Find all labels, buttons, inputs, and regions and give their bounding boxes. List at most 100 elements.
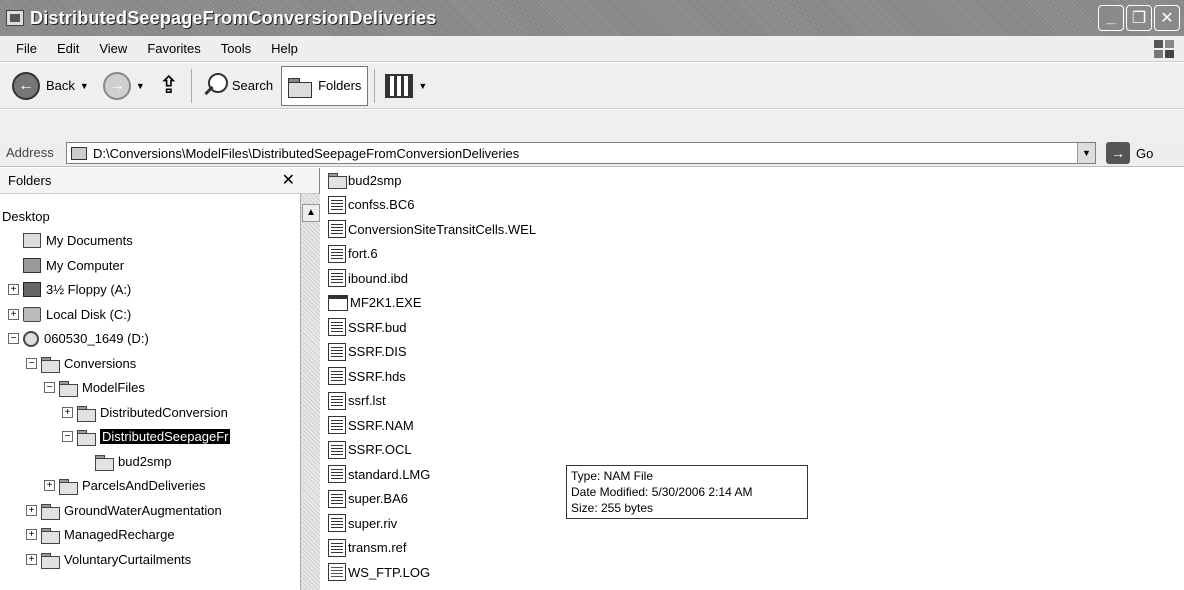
file-item[interactable]: SSRF.DIS	[322, 340, 1184, 365]
folder-window-icon	[6, 10, 24, 26]
tree-item[interactable]: + GroundWaterAugmentation	[0, 498, 300, 523]
my-documents-icon	[23, 233, 41, 249]
address-input[interactable]: D:\Conversions\ModelFiles\DistributedSee…	[66, 142, 1096, 164]
tree-item[interactable]: Desktop	[0, 204, 300, 229]
minimize-button[interactable]: _	[1098, 5, 1124, 31]
file-item[interactable]: SSRF.hds	[322, 364, 1184, 389]
file-icon	[328, 269, 346, 288]
tree-item-label: My Documents	[46, 233, 133, 249]
file-icon	[328, 318, 346, 337]
menu-edit[interactable]: Edit	[47, 41, 89, 56]
file-item[interactable]: fort.6	[322, 242, 1184, 267]
folders-label: Folders	[318, 78, 362, 93]
file-icon	[328, 244, 346, 263]
expand-icon[interactable]: +	[8, 284, 19, 296]
menu-help[interactable]: Help	[261, 41, 308, 56]
menu-favorites[interactable]: Favorites	[137, 41, 210, 56]
tree-item[interactable]: − ModelFiles	[0, 376, 300, 401]
back-label: Back	[46, 78, 75, 93]
standard-toolbar: ← Back ▼ → ▼ ⇪ Search Folders ▼	[0, 63, 1184, 109]
window-title: DistributedSeepageFromConversionDeliveri…	[30, 7, 437, 28]
folders-scrollbar[interactable]: ▲	[300, 194, 320, 590]
file-name: bud2smp	[348, 172, 402, 188]
address-path[interactable]: D:\Conversions\ModelFiles\DistributedSee…	[93, 146, 519, 161]
file-item[interactable]: transm.ref	[322, 536, 1184, 561]
file-item[interactable]: ibound.ibd	[322, 266, 1184, 291]
file-icon	[328, 538, 346, 557]
file-item[interactable]: confss.BC6	[322, 193, 1184, 218]
toolbar-separator	[190, 68, 192, 103]
tree-item[interactable]: My Documents	[0, 229, 300, 254]
collapse-icon[interactable]: −	[8, 333, 19, 345]
windows-logo-icon	[1154, 40, 1174, 58]
file-item[interactable]: ConversionSiteTransitCells.WEL	[322, 217, 1184, 242]
views-dropdown-icon[interactable]: ▼	[418, 81, 427, 91]
file-item[interactable]: SSRF.OCL	[322, 438, 1184, 463]
expand-icon[interactable]: +	[62, 406, 73, 418]
file-item[interactable]: MF2K1.EXE	[322, 291, 1184, 316]
search-button[interactable]: Search	[196, 66, 279, 106]
menu-file[interactable]: File	[6, 41, 47, 56]
file-item[interactable]: ssrf.lst	[322, 389, 1184, 414]
folder-icon	[328, 171, 347, 190]
back-dropdown-icon[interactable]: ▼	[80, 81, 89, 91]
folders-button[interactable]: Folders	[281, 65, 369, 106]
tree-item[interactable]: + ParcelsAndDeliveries	[0, 474, 300, 499]
close-pane-icon[interactable]: ✕	[282, 170, 295, 190]
file-item[interactable]: WS_FTP.LOG	[322, 560, 1184, 585]
file-item[interactable]: bud2smp	[322, 168, 1184, 193]
file-item[interactable]: SSRF.bud	[322, 315, 1184, 340]
views-button[interactable]: ▼	[379, 66, 433, 106]
collapse-icon[interactable]: −	[26, 357, 37, 369]
forward-arrow-icon: →	[102, 71, 131, 100]
scroll-up-icon[interactable]: ▲	[302, 204, 320, 222]
tree-item-label: 3½ Floppy (A:)	[46, 282, 132, 298]
menu-view[interactable]: View	[89, 41, 137, 56]
address-bar: Address D:\Conversions\ModelFiles\Distri…	[0, 139, 1184, 167]
menu-tools[interactable]: Tools	[211, 41, 261, 56]
expand-icon[interactable]: +	[26, 553, 37, 565]
go-label: Go	[1136, 145, 1154, 161]
folder-icon	[95, 454, 114, 471]
expand-icon[interactable]: +	[44, 480, 55, 492]
tree-item[interactable]: bud2smp	[0, 449, 300, 474]
title-bar[interactable]: DistributedSeepageFromConversionDeliveri…	[0, 0, 1184, 36]
tooltip-date-modified: Date Modified: 5/30/2006 2:14 AM	[571, 485, 753, 499]
go-button[interactable]: → Go	[1106, 142, 1153, 164]
collapse-icon[interactable]: −	[62, 431, 73, 443]
tree-item[interactable]: My Computer	[0, 253, 300, 278]
tree-item[interactable]: +3½ Floppy (A:)	[0, 278, 300, 303]
folder-icon	[77, 405, 96, 422]
folder-icon	[41, 356, 60, 373]
tree-item[interactable]: + VoluntaryCurtailments	[0, 547, 300, 572]
expand-icon[interactable]: +	[26, 504, 37, 516]
tree-item-label: DistributedConversion	[100, 404, 228, 420]
forward-button[interactable]: → ▼	[97, 66, 151, 106]
expand-icon[interactable]: +	[8, 308, 19, 320]
collapse-icon[interactable]: −	[44, 382, 55, 394]
expand-icon[interactable]: +	[26, 529, 37, 541]
tree-item[interactable]: + ManagedRecharge	[0, 523, 300, 548]
file-name: WS_FTP.LOG	[348, 564, 431, 580]
tree-item[interactable]: − DistributedSeepageFr	[0, 425, 300, 450]
toolbar-spacer	[0, 110, 1184, 139]
back-button[interactable]: ← Back ▼	[6, 66, 95, 106]
tree-item[interactable]: − 060530_1649 (D:)	[0, 327, 300, 352]
tree-item-label: 060530_1649 (D:)	[44, 331, 149, 347]
file-item[interactable]: SSRF.NAM	[322, 413, 1184, 438]
forward-dropdown-icon[interactable]: ▼	[136, 81, 145, 91]
tree-item[interactable]: + DistributedConversion	[0, 400, 300, 425]
tree-item[interactable]: + Local Disk (C:)	[0, 302, 300, 327]
file-name: ConversionSiteTransitCells.WEL	[348, 221, 537, 237]
up-folder-icon: ⇪	[158, 72, 179, 99]
close-button[interactable]: ✕	[1154, 5, 1180, 31]
address-dropdown-icon[interactable]: ▼	[1077, 143, 1095, 163]
hard-drive-icon	[23, 306, 41, 322]
up-button[interactable]: ⇪	[153, 66, 185, 106]
file-icon	[328, 465, 346, 484]
cd-drive-icon	[23, 330, 39, 347]
maximize-button[interactable]: ❐	[1126, 5, 1152, 31]
address-label: Address	[6, 145, 54, 160]
tree-item[interactable]: − Conversions	[0, 351, 300, 376]
